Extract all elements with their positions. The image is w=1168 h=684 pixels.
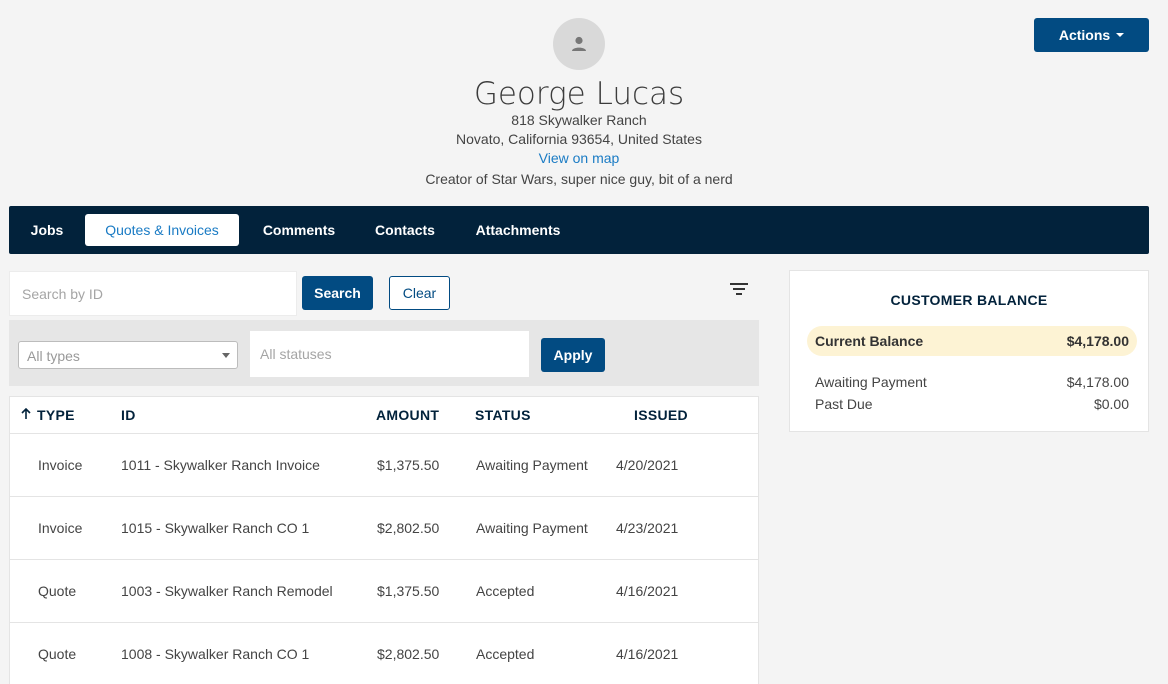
tab-comments[interactable]: Comments <box>255 214 343 246</box>
cell-issued: 4/23/2021 <box>616 520 679 536</box>
clear-button[interactable]: Clear <box>389 276 450 310</box>
status-filter-input[interactable] <box>250 331 529 377</box>
apply-button[interactable]: Apply <box>541 338 605 372</box>
view-on-map-link[interactable]: View on map <box>0 150 1158 166</box>
view-on-map-label[interactable]: View on map <box>539 150 620 166</box>
cell-status: Accepted <box>476 646 535 662</box>
awaiting-payment-row: Awaiting Payment $4,178.00 <box>815 374 1129 390</box>
customer-balance-card: CUSTOMER BALANCE Current Balance $4,178.… <box>789 270 1149 432</box>
caret-down-icon <box>1116 33 1125 37</box>
customer-name: George Lucas <box>473 76 685 112</box>
table-row[interactable]: Quote 1003 - Skywalker Ranch Remodel $1,… <box>10 560 758 623</box>
cell-type: Quote <box>38 583 77 599</box>
sort-arrow-up-icon[interactable] <box>21 407 31 423</box>
column-header-status[interactable]: STATUS <box>475 407 531 423</box>
type-select[interactable]: All types <box>18 341 238 369</box>
tab-quotes-invoices[interactable]: Quotes & Invoices <box>85 214 239 246</box>
search-by-id-input[interactable] <box>9 271 297 316</box>
cell-type: Quote <box>38 646 77 662</box>
customer-description: Creator of Star Wars, super nice guy, bi… <box>425 171 733 187</box>
tab-attachments[interactable]: Attachments <box>467 214 569 246</box>
current-balance-row: Current Balance $4,178.00 <box>807 326 1137 356</box>
customer-avatar <box>553 18 605 70</box>
awaiting-payment-label: Awaiting Payment <box>815 374 927 390</box>
filter-icon[interactable] <box>728 280 750 298</box>
cell-issued: 4/16/2021 <box>616 583 679 599</box>
column-header-issued[interactable]: ISSUED <box>634 407 688 423</box>
past-due-value: $0.00 <box>1093 396 1129 412</box>
address-line-2: Novato, California 93654, United States <box>456 131 702 147</box>
table-row[interactable]: Quote 1008 - Skywalker Ranch CO 1 $2,802… <box>10 623 758 684</box>
current-balance-label: Current Balance <box>815 333 924 349</box>
current-balance-value: $4,178.00 <box>1066 333 1129 349</box>
cell-id: 1015 - Skywalker Ranch CO 1 <box>121 520 310 536</box>
tab-contacts[interactable]: Contacts <box>369 214 441 246</box>
table-header: TYPE ID AMOUNT STATUS ISSUED <box>10 397 758 434</box>
table-row[interactable]: Invoice 1011 - Skywalker Ranch Invoice $… <box>10 434 758 497</box>
cell-issued: 4/16/2021 <box>616 646 679 662</box>
cell-type: Invoice <box>38 457 83 473</box>
cell-issued: 4/20/2021 <box>616 457 679 473</box>
column-header-type[interactable]: TYPE <box>37 407 75 423</box>
balance-title: CUSTOMER BALANCE <box>890 292 1048 308</box>
user-icon <box>572 36 586 51</box>
column-header-id[interactable]: ID <box>121 407 136 423</box>
chevron-down-icon <box>222 353 230 358</box>
cell-amount: $1,375.50 <box>377 457 440 473</box>
cell-id: 1008 - Skywalker Ranch CO 1 <box>121 646 310 662</box>
cell-type: Invoice <box>38 520 83 536</box>
tab-bar: Jobs Quotes & Invoices Comments Contacts… <box>9 206 1149 254</box>
cell-amount: $2,802.50 <box>377 520 440 536</box>
filter-panel: All types Apply <box>9 320 759 386</box>
cell-status: Awaiting Payment <box>476 457 588 473</box>
cell-id: 1011 - Skywalker Ranch Invoice <box>121 457 320 473</box>
cell-status: Awaiting Payment <box>476 520 588 536</box>
past-due-label: Past Due <box>815 396 873 412</box>
cell-amount: $1,375.50 <box>377 583 440 599</box>
awaiting-payment-value: $4,178.00 <box>1066 374 1129 390</box>
table-row[interactable]: Invoice 1015 - Skywalker Ranch CO 1 $2,8… <box>10 497 758 560</box>
tab-jobs[interactable]: Jobs <box>25 214 69 246</box>
cell-amount: $2,802.50 <box>377 646 440 662</box>
actions-label: Actions <box>1058 27 1111 43</box>
address-line-1: 818 Skywalker Ranch <box>511 112 647 128</box>
actions-button[interactable]: Actions <box>1034 18 1149 52</box>
cell-status: Accepted <box>476 583 535 599</box>
type-select-value: All types <box>27 348 80 364</box>
column-header-amount[interactable]: AMOUNT <box>376 407 439 423</box>
cell-id: 1003 - Skywalker Ranch Remodel <box>121 583 333 599</box>
quotes-invoices-table: TYPE ID AMOUNT STATUS ISSUED Invoice 101… <box>9 396 759 684</box>
past-due-row: Past Due $0.00 <box>815 396 1129 412</box>
search-button[interactable]: Search <box>302 276 373 310</box>
